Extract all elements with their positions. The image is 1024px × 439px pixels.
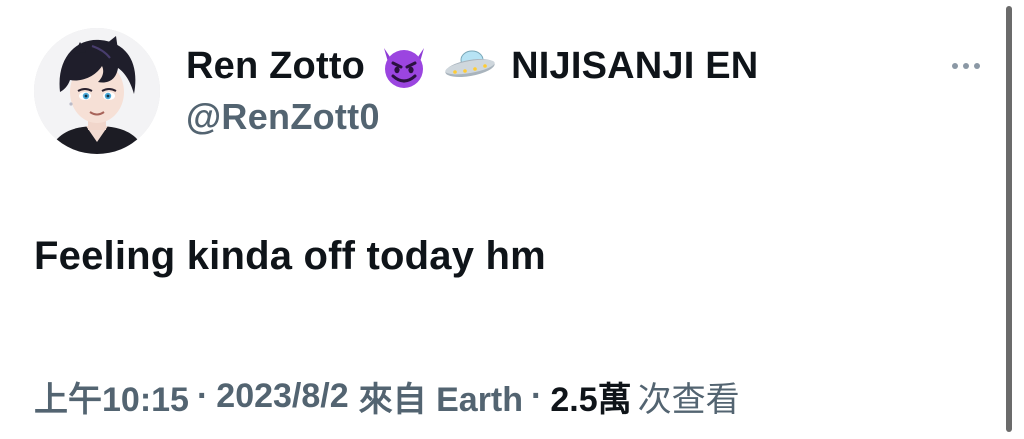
tweet-date[interactable]: 2023/8/2 <box>216 377 348 416</box>
tweet-card: Ren Zotto NIJISANJI EN @RenZott0 Feeling… <box>0 0 1024 439</box>
more-dot-icon <box>952 63 958 69</box>
more-options-button[interactable] <box>944 54 988 78</box>
tweet-time[interactable]: 上午10:15 <box>34 372 189 421</box>
views-label: 次查看 <box>637 380 740 419</box>
meta-separator: · <box>196 376 209 415</box>
meta-separator: · <box>531 376 543 415</box>
display-name[interactable]: Ren Zotto <box>186 45 365 88</box>
tweet-source: 來自 Earth <box>358 380 524 419</box>
tweet-text: Feeling kinda off today hm <box>34 234 546 278</box>
avatar-image <box>34 28 160 154</box>
org-name: NIJISANJI EN <box>511 44 759 87</box>
user-handle[interactable]: @RenZott0 <box>186 96 380 138</box>
more-dot-icon <box>963 63 969 69</box>
tweet-meta: 上午10:15 · 2023/8/2 來自 Earth · 2.5萬 次查看 <box>34 372 740 420</box>
name-row: Ren Zotto NIJISANJI EN <box>186 38 758 94</box>
more-dot-icon <box>974 63 980 69</box>
flying-saucer-emoji-icon <box>443 40 497 92</box>
scrollbar[interactable] <box>1006 6 1012 432</box>
smiling-devil-emoji-icon <box>377 40 431 92</box>
views-count: 2.5萬 <box>550 380 632 419</box>
avatar[interactable] <box>34 28 160 154</box>
